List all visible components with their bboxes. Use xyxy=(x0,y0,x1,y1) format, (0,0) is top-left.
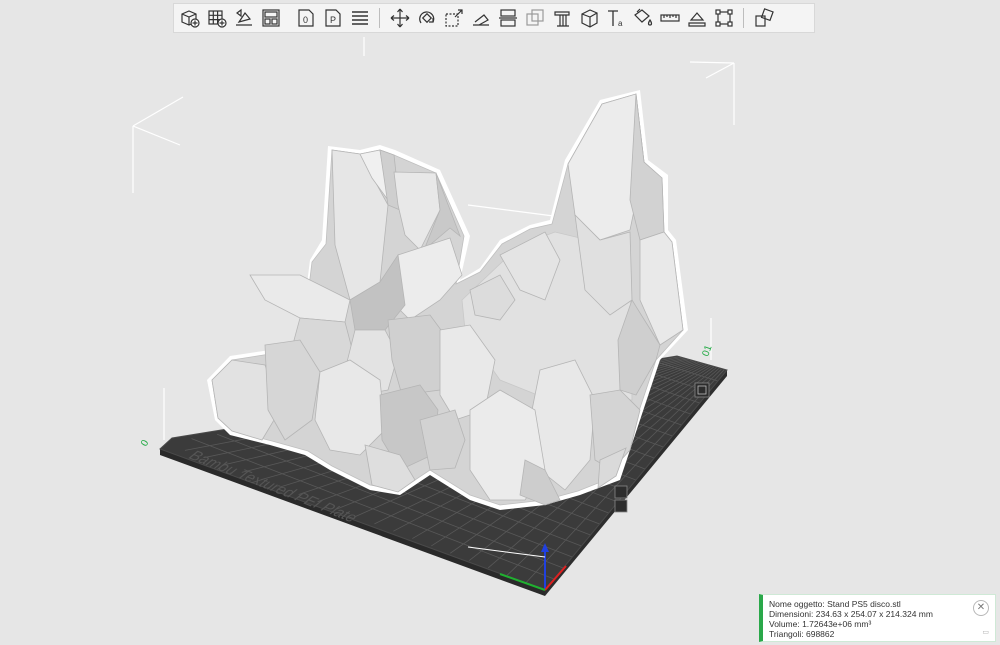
arrange-icon[interactable] xyxy=(257,5,284,31)
add-plate-icon[interactable] xyxy=(203,5,230,31)
auto-orient-icon[interactable] xyxy=(230,5,257,31)
3d-viewport[interactable]: Bambu Textured PEI Plate 01 0 0 P a Nome… xyxy=(0,0,1000,645)
add-object-icon[interactable] xyxy=(176,5,203,31)
assembly-icon[interactable] xyxy=(683,5,710,31)
split-objects-icon[interactable]: 0 xyxy=(292,5,319,31)
plate-settings-icon[interactable] xyxy=(694,382,710,398)
axis-marker-left: 0 xyxy=(139,438,152,449)
scale-icon[interactable] xyxy=(440,5,467,31)
support-paint-icon[interactable] xyxy=(548,5,575,31)
object-triangles: Triangoli: 698862 xyxy=(769,629,835,639)
measure-icon[interactable] xyxy=(656,5,683,31)
object-dimensions: Dimensioni: 234.63 x 254.07 x 214.324 mm xyxy=(769,609,933,619)
boolean-icon[interactable] xyxy=(521,5,548,31)
svg-text:P: P xyxy=(330,15,336,25)
simplify-icon[interactable] xyxy=(710,5,737,31)
text-emboss-icon[interactable]: a xyxy=(602,5,629,31)
move-icon[interactable] xyxy=(386,5,413,31)
assemble-view-icon[interactable] xyxy=(750,5,777,31)
rotate-icon[interactable] xyxy=(413,5,440,31)
variable-layer-icon[interactable] xyxy=(346,5,373,31)
svg-text:a: a xyxy=(618,19,623,28)
main-toolbar: 0 P a xyxy=(173,3,815,33)
object-info-panel: Nome oggetto: Stand PS5 disco.stl Dimens… xyxy=(759,594,996,642)
object-name: Nome oggetto: Stand PS5 disco.stl xyxy=(769,599,901,609)
seam-paint-icon[interactable] xyxy=(575,5,602,31)
scene-canvas[interactable]: Bambu Textured PEI Plate 01 0 xyxy=(0,0,1000,645)
collapse-icon[interactable]: ▭ xyxy=(982,628,989,638)
svg-text:0: 0 xyxy=(303,15,308,25)
color-paint-icon[interactable] xyxy=(629,5,656,31)
split-parts-icon[interactable]: P xyxy=(319,5,346,31)
model-stand-ps5[interactable] xyxy=(207,90,688,510)
object-volume: Volume: 1.72643e+06 mm³ xyxy=(769,619,872,629)
lay-on-face-icon[interactable] xyxy=(467,5,494,31)
close-icon[interactable]: ✕ xyxy=(973,600,989,616)
plate-number: 01 xyxy=(700,343,714,358)
cut-icon[interactable] xyxy=(494,5,521,31)
